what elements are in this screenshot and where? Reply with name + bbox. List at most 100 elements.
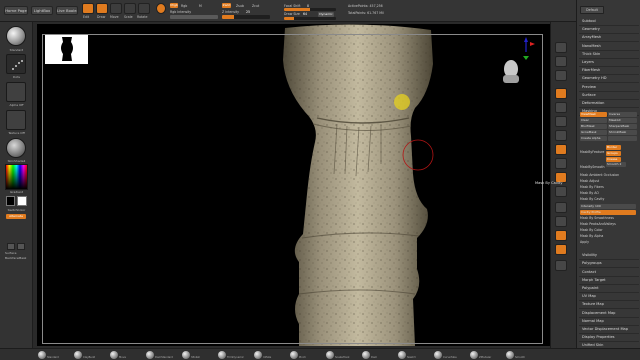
focal-shift-slider[interactable] [284,8,336,11]
menu-item[interactable]: Geometry HD [582,75,607,81]
sculpt-viewport[interactable] [37,24,550,346]
alternate-button[interactable]: Alternate [6,214,26,219]
live-boolean-button[interactable]: Live Boolean [56,6,78,15]
mask-menu-item[interactable]: Mask PeaksAndValleys [580,222,616,227]
actual-icon[interactable] [555,102,567,113]
brush-preset-icon[interactable] [434,351,442,359]
scale-view-icon[interactable] [555,230,567,241]
surface-icon[interactable] [7,243,15,250]
smooth-value-slider[interactable]: Smooth 2 [606,162,626,167]
gxyz-icon[interactable] [555,186,567,197]
move-icon[interactable] [110,3,122,14]
rgb-toggle[interactable]: Rgb [181,4,187,8]
menu-item[interactable]: Polygroups [582,260,602,266]
menu-item[interactable]: UV Map [582,293,596,299]
rotate-icon[interactable] [138,3,150,14]
mask-menu-item[interactable]: Mask By Fibers [580,185,604,190]
masking-row-secondary[interactable]: Inverse [608,112,637,117]
menu-item[interactable]: Vector Displacement Map [582,326,628,332]
feature-option[interactable]: Border [606,145,621,150]
secondary-color-swatch[interactable] [17,196,27,206]
mask-menu-item[interactable]: Mask Ambient Occlusion [580,173,619,178]
menu-item[interactable]: Displacement Map [582,310,615,316]
linefill-icon[interactable] [555,260,567,271]
brush-preset-icon[interactable] [182,351,190,359]
brush-preset-icon[interactable] [362,351,370,359]
menu-item[interactable]: Thick Skin [582,51,600,57]
mask-by-smooth-button[interactable]: MaskBySmooth [580,165,605,170]
menu-item[interactable]: Contact [582,269,596,275]
menu-item[interactable]: Display Properties [582,334,615,340]
move-view-icon[interactable] [555,216,567,227]
menu-item[interactable]: ArrayMesh [582,34,601,40]
masking-row-primary[interactable]: GrowMask [580,130,607,135]
lightbox-button[interactable]: LightBox [31,6,53,15]
menu-item[interactable]: Preview [582,84,596,90]
draw-size-slider[interactable] [284,17,336,20]
menu-item[interactable]: Deformation [582,100,604,106]
brush-preset-icon[interactable] [254,351,262,359]
backface-mask-icon[interactable] [17,243,25,250]
brush-preset-icon[interactable] [470,351,478,359]
rotate-view-icon[interactable] [555,244,567,255]
persp-icon[interactable] [555,130,567,141]
mask-menu-item[interactable]: Apply [580,240,589,245]
material-thumbnail[interactable] [6,138,26,158]
mask-menu-item[interactable]: Mask By AO [580,191,599,196]
scale-icon[interactable] [124,3,136,14]
menu-item[interactable]: NanoMesh [582,43,601,49]
viewport-canvas[interactable] [37,24,550,346]
menu-item[interactable]: Geometry [582,26,600,32]
menu-item[interactable]: Normal Map [582,318,604,324]
aahalf-icon[interactable] [555,116,567,127]
mask-slider[interactable]: Intensity 100 [580,203,636,209]
brush-preset-icon[interactable] [218,351,226,359]
mask-menu-item[interactable]: Mask By Smoothness [580,216,614,221]
z-intensity-slider[interactable] [222,15,270,19]
masking-row-primary[interactable]: BlurMask [580,124,607,129]
floor-icon[interactable] [555,144,567,155]
scroll-icon[interactable] [555,70,567,81]
brush-preset-icon[interactable] [398,351,406,359]
brush-thumbnail[interactable] [6,26,26,46]
masking-row-primary[interactable]: Create Alpha [580,136,607,141]
masking-row-secondary[interactable] [608,136,637,141]
zoom-icon[interactable] [555,88,567,99]
brush-preset-icon[interactable] [110,351,118,359]
menu-item[interactable]: FiberMesh [582,67,600,73]
edit-icon[interactable] [82,3,94,14]
mask-by-feature-button[interactable]: MaskByFeature [580,150,604,155]
brush-preset-icon[interactable] [38,351,46,359]
feature-option[interactable]: Groups [606,151,621,156]
mask-menu-item[interactable]: Mask By Color [580,228,603,233]
menu-item[interactable]: Morph Target [582,277,606,283]
zcut-toggle[interactable]: Zcut [252,4,259,8]
local-icon[interactable] [555,158,567,169]
brush-preset-icon[interactable] [326,351,334,359]
navigation-head-icon[interactable] [503,37,535,83]
m-toggle[interactable]: M [199,4,202,8]
alpha-thumbnail[interactable] [6,82,26,102]
menu-item[interactable]: Visibility [582,252,597,258]
zadd-toggle[interactable]: Zadd [222,3,231,8]
menu-item[interactable]: Polypaint [582,285,599,291]
mask-slider[interactable]: Cavity Profile [580,209,636,215]
texture-thumbnail[interactable] [6,110,26,130]
thumbnail-silhouette[interactable] [45,34,88,64]
switch-color-button[interactable]: SwitchColor [3,208,30,212]
masking-row-secondary[interactable]: SharpenMask [608,124,637,129]
home-page-button[interactable]: Home Page [4,6,28,15]
frame-icon[interactable] [555,202,567,213]
mrgb-toggle[interactable]: Mrgb [170,3,178,8]
stroke-thumbnail[interactable] [6,54,26,74]
default-button[interactable]: Default [580,6,604,14]
menu-item[interactable]: Surface [582,92,596,98]
mask-menu-item[interactable]: Mask By Cavity [580,197,604,202]
dynamic-toggle[interactable]: Dynamic [318,11,334,17]
color-picker[interactable] [5,164,28,190]
menu-item[interactable]: Subtool [582,18,596,24]
primary-color-swatch[interactable] [6,196,15,206]
mask-menu-item[interactable]: Mask Adjust [580,179,599,184]
brush-preset-icon[interactable] [74,351,82,359]
draw-icon[interactable] [96,3,108,14]
